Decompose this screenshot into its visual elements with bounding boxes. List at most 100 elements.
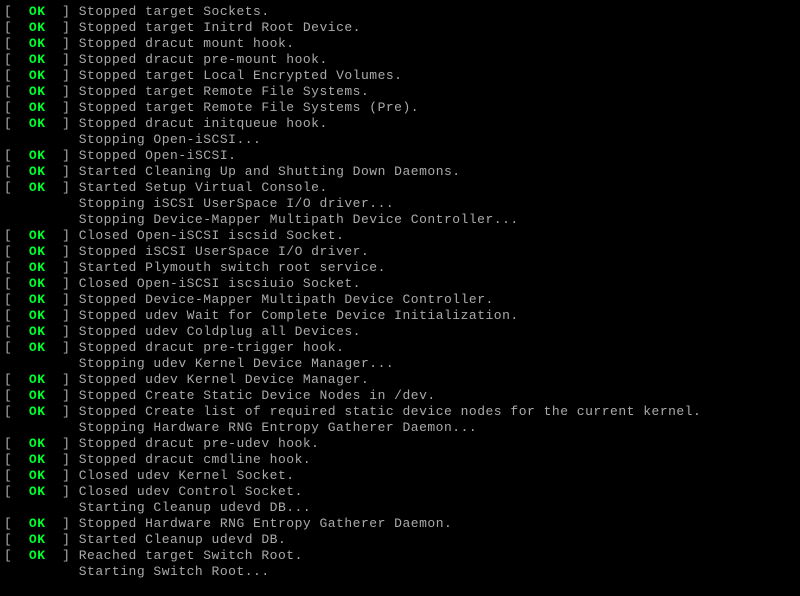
bracket-open: [	[4, 52, 29, 67]
boot-log-terminal: [ OK ] Stopped target Sockets.[ OK ] Sto…	[0, 0, 800, 580]
bracket-open: [	[4, 228, 29, 243]
bracket-open: [	[4, 4, 29, 19]
log-line: [ OK ] Started Cleanup udevd DB.	[4, 532, 796, 548]
status-ok: OK	[29, 276, 46, 291]
bracket-close: ]	[46, 244, 79, 259]
status-ok: OK	[29, 164, 46, 179]
log-message: Stopped dracut pre-trigger hook.	[79, 340, 345, 355]
status-ok: OK	[29, 436, 46, 451]
log-line: Stopping Hardware RNG Entropy Gatherer D…	[4, 420, 796, 436]
bracket-open: [	[4, 308, 29, 323]
bracket-close: ]	[46, 100, 79, 115]
log-message: Stopped Open-iSCSI.	[79, 148, 237, 163]
status-ok: OK	[29, 484, 46, 499]
bracket-open: [	[4, 452, 29, 467]
log-message: Closed Open-iSCSI iscsid Socket.	[79, 228, 345, 243]
log-line: [ OK ] Stopped dracut pre-udev hook.	[4, 436, 796, 452]
bracket-close: ]	[46, 372, 79, 387]
log-message: Stopped iSCSI UserSpace I/O driver.	[79, 244, 370, 259]
status-ok: OK	[29, 20, 46, 35]
bracket-open: [	[4, 484, 29, 499]
bracket-close: ]	[46, 164, 79, 179]
log-message: Started Cleaning Up and Shutting Down Da…	[79, 164, 461, 179]
log-message: Stopped Device-Mapper Multipath Device C…	[79, 292, 494, 307]
log-message: Stopped target Sockets.	[79, 4, 270, 19]
log-message: Closed udev Control Socket.	[79, 484, 303, 499]
bracket-close: ]	[46, 436, 79, 451]
status-ok: OK	[29, 468, 46, 483]
log-message: Started Plymouth switch root service.	[79, 260, 386, 275]
log-message: Starting Switch Root...	[79, 564, 270, 579]
bracket-open: [	[4, 292, 29, 307]
bracket-open: [	[4, 164, 29, 179]
log-line: [ OK ] Stopped Device-Mapper Multipath D…	[4, 292, 796, 308]
log-message: Stopping Device-Mapper Multipath Device …	[79, 212, 519, 227]
bracket-close: ]	[46, 516, 79, 531]
log-line: [ OK ] Stopped Open-iSCSI.	[4, 148, 796, 164]
log-line: Stopping iSCSI UserSpace I/O driver...	[4, 196, 796, 212]
bracket-close: ]	[46, 276, 79, 291]
bracket-close: ]	[46, 468, 79, 483]
bracket-open: [	[4, 180, 29, 195]
log-line: [ OK ] Stopped target Initrd Root Device…	[4, 20, 796, 36]
log-line: [ OK ] Stopped Create list of required s…	[4, 404, 796, 420]
log-line: [ OK ] Stopped udev Wait for Complete De…	[4, 308, 796, 324]
log-message: Reached target Switch Root.	[79, 548, 303, 563]
status-ok: OK	[29, 68, 46, 83]
log-message: Stopped Create list of required static d…	[79, 404, 702, 419]
status-ok: OK	[29, 4, 46, 19]
status-ok: OK	[29, 180, 46, 195]
log-line: Stopping Device-Mapper Multipath Device …	[4, 212, 796, 228]
log-line: [ OK ] Stopped udev Coldplug all Devices…	[4, 324, 796, 340]
log-line: [ OK ] Stopped Create Static Device Node…	[4, 388, 796, 404]
log-message: Stopped dracut mount hook.	[79, 36, 295, 51]
log-message: Started Cleanup udevd DB.	[79, 532, 287, 547]
status-ok: OK	[29, 404, 46, 419]
status-ok: OK	[29, 84, 46, 99]
status-ok: OK	[29, 516, 46, 531]
status-ok: OK	[29, 532, 46, 547]
log-line: [ OK ] Stopped udev Kernel Device Manage…	[4, 372, 796, 388]
status-ok: OK	[29, 260, 46, 275]
bracket-open: [	[4, 404, 29, 419]
log-message: Stopping udev Kernel Device Manager...	[79, 356, 394, 371]
log-line: Starting Cleanup udevd DB...	[4, 500, 796, 516]
bracket-open: [	[4, 260, 29, 275]
log-indent	[4, 420, 79, 436]
bracket-open: [	[4, 276, 29, 291]
status-ok: OK	[29, 228, 46, 243]
log-message: Stopped Hardware RNG Entropy Gatherer Da…	[79, 516, 453, 531]
bracket-close: ]	[46, 180, 79, 195]
status-ok: OK	[29, 292, 46, 307]
status-ok: OK	[29, 452, 46, 467]
status-ok: OK	[29, 36, 46, 51]
log-message: Stopped target Remote File Systems (Pre)…	[79, 100, 419, 115]
bracket-open: [	[4, 516, 29, 531]
bracket-open: [	[4, 84, 29, 99]
log-message: Started Setup Virtual Console.	[79, 180, 328, 195]
bracket-close: ]	[46, 452, 79, 467]
bracket-close: ]	[46, 36, 79, 51]
bracket-close: ]	[46, 148, 79, 163]
bracket-close: ]	[46, 308, 79, 323]
status-ok: OK	[29, 52, 46, 67]
log-indent	[4, 196, 79, 212]
log-line: [ OK ] Stopped dracut mount hook.	[4, 36, 796, 52]
bracket-close: ]	[46, 388, 79, 403]
log-message: Stopped target Remote File Systems.	[79, 84, 370, 99]
log-message: Closed udev Kernel Socket.	[79, 468, 295, 483]
log-line: [ OK ] Stopped dracut pre-trigger hook.	[4, 340, 796, 356]
log-line: [ OK ] Stopped target Remote File System…	[4, 84, 796, 100]
bracket-open: [	[4, 148, 29, 163]
bracket-open: [	[4, 468, 29, 483]
bracket-open: [	[4, 548, 29, 563]
bracket-open: [	[4, 116, 29, 131]
status-ok: OK	[29, 116, 46, 131]
status-ok: OK	[29, 372, 46, 387]
log-indent	[4, 132, 79, 148]
status-ok: OK	[29, 308, 46, 323]
bracket-close: ]	[46, 324, 79, 339]
log-line: [ OK ] Closed udev Kernel Socket.	[4, 468, 796, 484]
bracket-close: ]	[46, 84, 79, 99]
bracket-open: [	[4, 20, 29, 35]
